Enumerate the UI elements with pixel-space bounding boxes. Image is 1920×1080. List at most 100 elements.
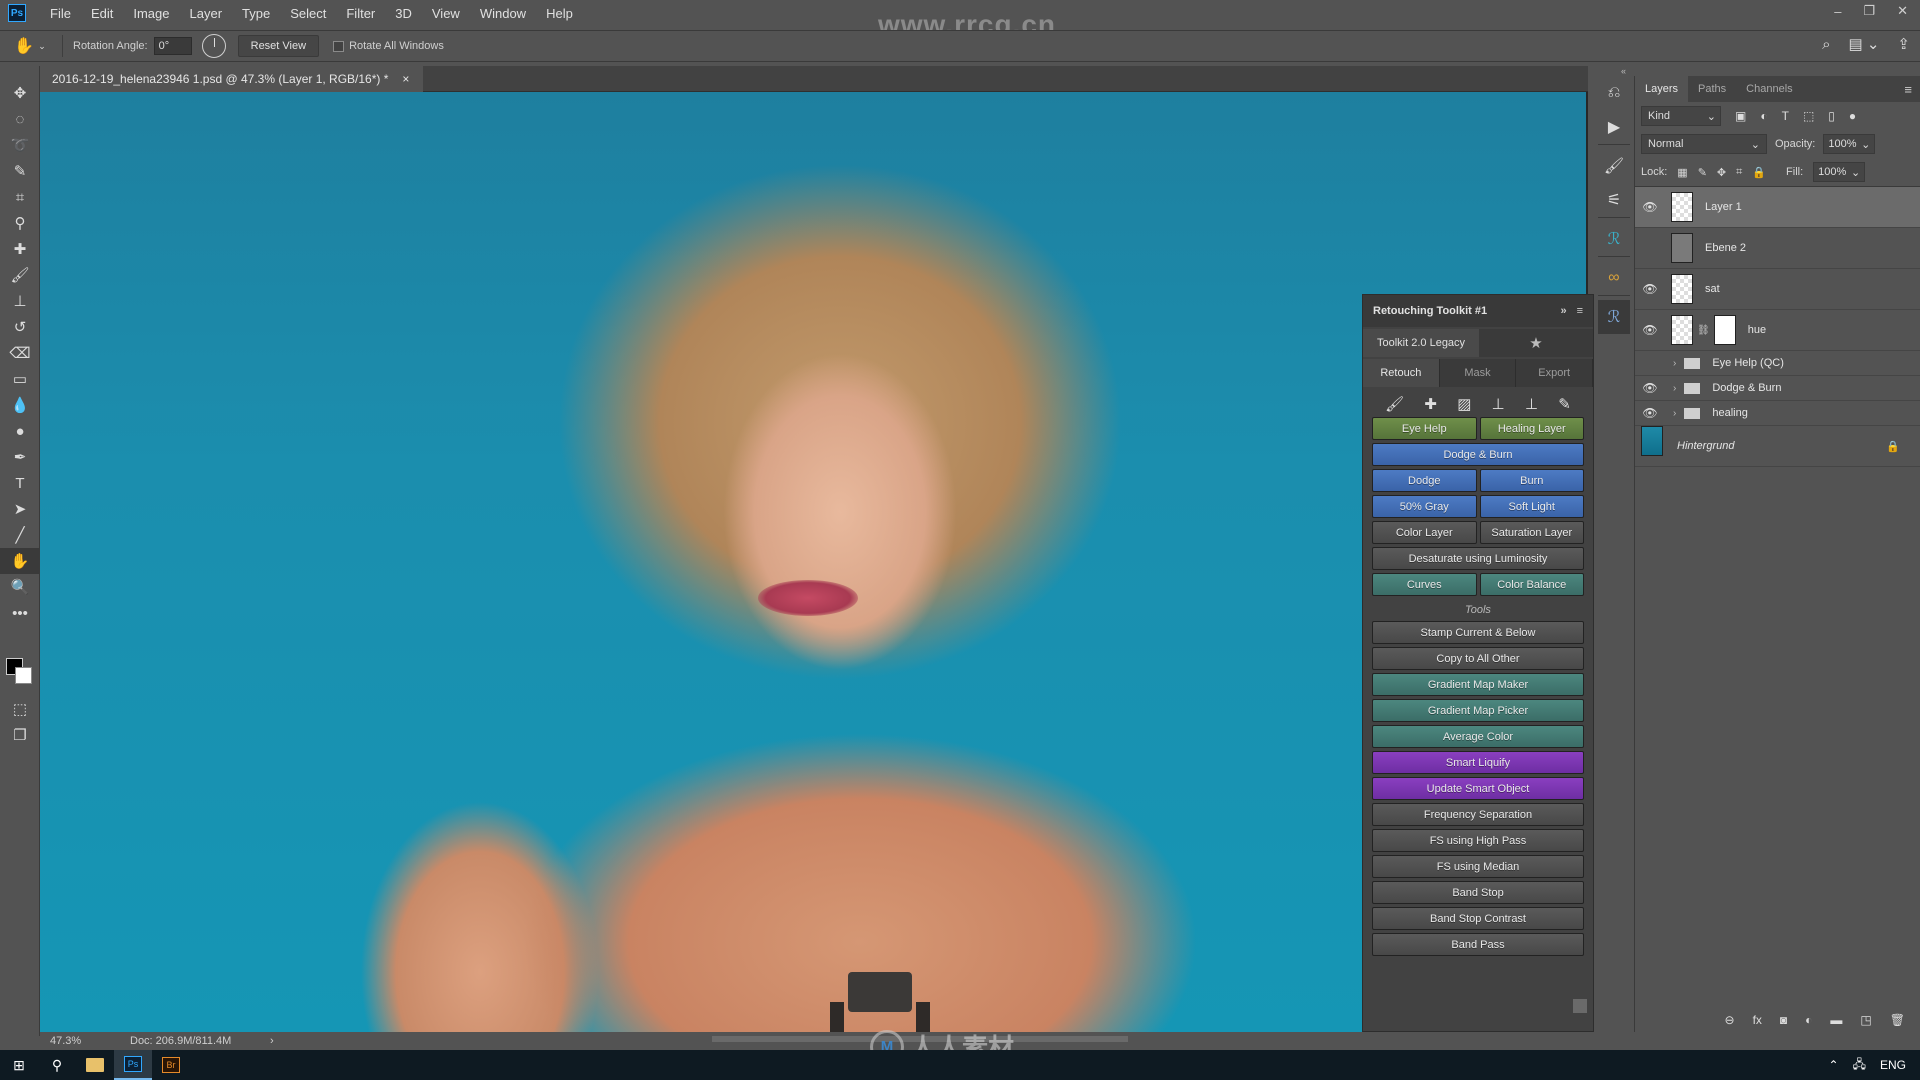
crop-tool-icon[interactable]: ⌗ [0,184,40,210]
blur-tool-icon[interactable]: 💧 [0,392,40,418]
rotation-angle-input[interactable]: 0° [153,37,192,55]
eraser-tool-icon[interactable]: ⌫ [0,340,40,366]
fs-high-pass-button[interactable]: FS using High Pass [1372,829,1584,852]
desaturate-luminosity-button[interactable]: Desaturate using Luminosity [1372,547,1584,570]
pen-tool-icon[interactable]: ✒ [0,444,40,470]
add-mask-icon[interactable]: ◙ [1780,1013,1787,1027]
layer-row-hue[interactable]: 👁 ⛓ hue [1635,310,1920,351]
menu-file[interactable]: File [40,6,81,21]
tab-mask[interactable]: Mask [1439,359,1517,387]
rotate-view-tool-icon[interactable]: ✋ [0,548,40,574]
lasso-tool-icon[interactable]: ➰ [0,132,40,158]
healing-icon[interactable]: ✚ [1424,395,1437,413]
screen-mode-icon[interactable]: ❐ [0,722,40,748]
visibility-eye-icon[interactable]: 👁 [1635,282,1665,296]
lock-all-icon[interactable]: 🔒 [1752,166,1766,179]
more-tools-icon[interactable]: ••• [0,600,40,626]
checkbox-icon[interactable] [333,40,345,52]
stamp-current-below-button[interactable]: Stamp Current & Below [1372,621,1584,644]
band-stop-button[interactable]: Band Stop [1372,881,1584,904]
type-tool-icon[interactable]: T [0,470,40,496]
menu-window[interactable]: Window [470,6,536,21]
document-tab[interactable]: 2016-12-19_helena23946 1.psd @ 47.3% (La… [40,66,424,92]
quick-select-tool-icon[interactable]: ✎ [0,158,40,184]
new-layer-icon[interactable]: ◳ [1860,1013,1871,1027]
zoom-level[interactable]: 47.3% [50,1035,130,1047]
quick-mask-icon[interactable]: ⬚ [0,696,40,722]
saturation-layer-button[interactable]: Saturation Layer [1479,521,1584,544]
frequency-separation-button[interactable]: Frequency Separation [1372,803,1584,826]
dropper-brush-icon[interactable]: ✎ [1558,395,1571,413]
fs-median-button[interactable]: FS using Median [1372,855,1584,878]
collapse-strip-icon[interactable]: « [1598,66,1630,76]
close-document-icon[interactable]: × [402,72,409,86]
minimize-button[interactable]: – [1834,4,1841,19]
restore-button[interactable]: ❐ [1863,3,1875,19]
visibility-eye-icon[interactable]: 👁 [1635,381,1665,395]
eye-help-button[interactable]: Eye Help [1372,417,1477,440]
search-icon[interactable]: ⚲ [38,1050,76,1080]
file-explorer-icon[interactable] [76,1050,114,1080]
path-select-tool-icon[interactable]: ➤ [0,496,40,522]
color-balance-button[interactable]: Color Balance [1479,573,1584,596]
infinity-plugin-icon[interactable]: ∞ [1598,261,1630,295]
menu-edit[interactable]: Edit [81,6,123,21]
filter-type-icon[interactable]: T [1782,109,1789,123]
dodge-button[interactable]: Dodge [1372,469,1477,492]
language-indicator[interactable]: ENG [1880,1058,1906,1072]
healing-layer-button[interactable]: Healing Layer [1479,417,1584,440]
rotation-dial[interactable] [201,34,226,58]
layer-mask-thumbnail[interactable] [1713,315,1736,345]
gray-50-button[interactable]: 50% Gray [1372,495,1477,518]
layer-group-dodge-burn[interactable]: 👁 › Dodge & Burn [1635,376,1920,401]
retouch-toolkit-icon[interactable]: ℛ [1598,222,1630,256]
filter-kind-select[interactable]: Kind ⌄ [1641,106,1721,126]
menu-layer[interactable]: Layer [180,6,233,21]
fx-icon[interactable]: fx [1753,1013,1762,1027]
reset-view-button[interactable]: Reset View [237,35,320,57]
eyedropper-tool-icon[interactable]: ⚲ [0,210,40,236]
history-brush-tool-icon[interactable]: ↺ [0,314,40,340]
gradient-map-picker-button[interactable]: Gradient Map Picker [1372,699,1584,722]
filter-adjustment-icon[interactable]: ◐ [1760,109,1767,123]
panel-menu-icon[interactable]: ≡ [1577,305,1583,317]
retouch-toolkit-active-icon[interactable]: ℛ [1598,300,1630,334]
update-smart-object-button[interactable]: Update Smart Object [1372,777,1584,800]
dodge-tool-icon[interactable]: ● [0,418,40,444]
search-icon[interactable]: ⌕ [1822,36,1830,53]
marquee-tool-icon[interactable]: ◌ [0,106,40,132]
tab-export[interactable]: Export [1516,359,1594,387]
close-window-button[interactable]: ✕ [1897,3,1908,19]
layer-row-layer-1[interactable]: 👁 Layer 1 [1635,187,1920,228]
brush-settings-icon[interactable]: ⚟ [1598,183,1630,217]
layer-row-hintergrund[interactable]: 👁 Hintergrund 🔒 [1635,426,1920,467]
menu-3d[interactable]: 3D [385,6,422,21]
windows-start-icon[interactable]: ⊞ [0,1050,38,1080]
band-stop-contrast-button[interactable]: Band Stop Contrast [1372,907,1584,930]
healing-brush-tool-icon[interactable]: ✚ [0,236,40,262]
workspace-icon[interactable]: ▤ ⌄ [1849,35,1880,53]
rotate-view-icon[interactable]: ✋ ⌄ [8,32,52,60]
copy-to-all-other-button[interactable]: Copy to All Other [1372,647,1584,670]
layer-row-sat[interactable]: 👁 sat [1635,269,1920,310]
lock-transparent-icon[interactable]: ▦ [1677,166,1687,179]
average-color-button[interactable]: Average Color [1372,725,1584,748]
menu-view[interactable]: View [422,6,470,21]
bridge-taskbar-icon[interactable]: Br [152,1050,190,1080]
expand-chevron-icon[interactable]: › [1673,383,1676,394]
bandage-icon[interactable]: ▨ [1457,395,1471,413]
brush-presets-icon[interactable]: 🖌 [1598,149,1630,183]
menu-select[interactable]: Select [280,6,336,21]
tab-channels[interactable]: Channels [1736,76,1802,102]
band-pass-button[interactable]: Band Pass [1372,933,1584,956]
lock-pixels-icon[interactable]: ✎ [1698,166,1707,179]
blend-mode-select[interactable]: Normal ⌄ [1641,134,1767,154]
history-icon[interactable]: ⎌ [1598,76,1630,110]
network-icon[interactable]: 🖧 [1853,1055,1866,1076]
expand-chevron-icon[interactable]: › [1673,358,1676,369]
brush-tool-icon[interactable]: 🖌 [0,262,40,288]
share-icon[interactable]: ⇪ [1897,35,1910,53]
curves-button[interactable]: Curves [1372,573,1477,596]
menu-help[interactable]: Help [536,6,583,21]
fill-input[interactable]: 100% ⌄ [1813,162,1866,182]
